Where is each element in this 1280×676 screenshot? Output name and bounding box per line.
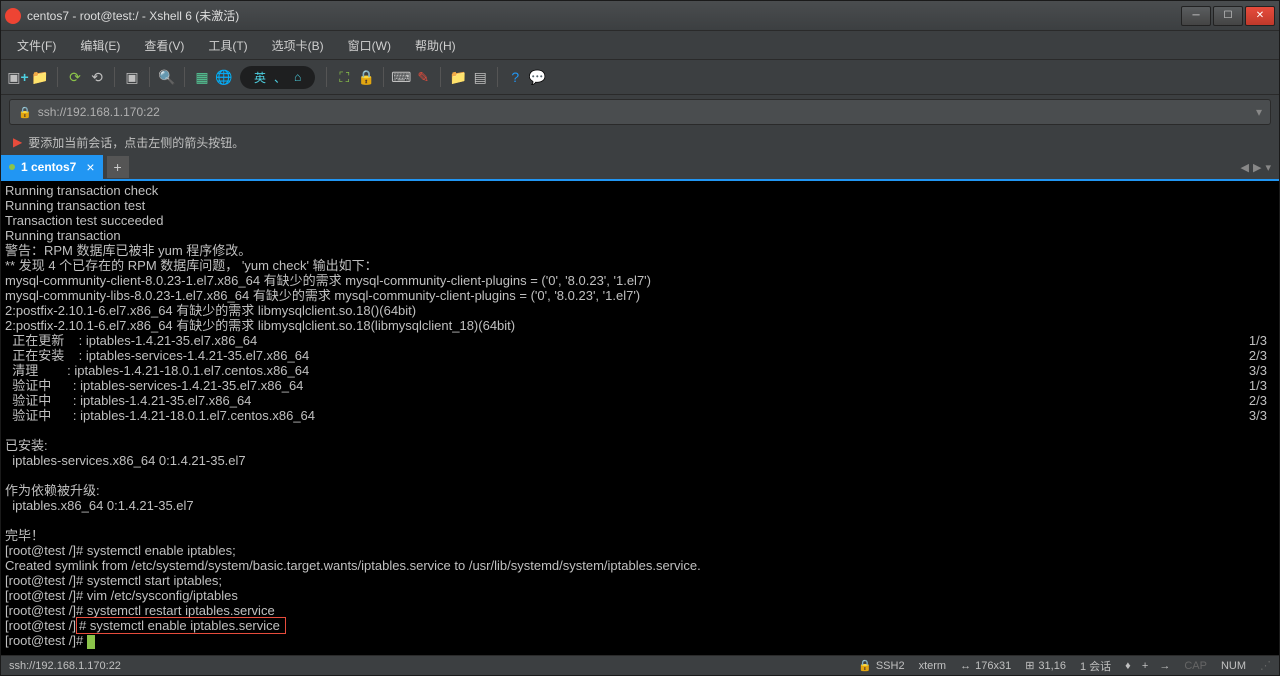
terminal[interactable]: Running transaction checkRunning transac… <box>1 181 1279 655</box>
help-icon[interactable]: ? <box>506 68 524 86</box>
status-ssh: SSH2 <box>876 660 905 672</box>
minimize-button[interactable]: ─ <box>1181 6 1211 26</box>
toolbar: ▣+ 📁 ⟳ ⟲ ▣ 🔍 ▦ 🌐 英 、 ⌂ ⛶ 🔒 ⌨ ✎ 📁 ▤ ? 💬 <box>1 59 1279 95</box>
tab-list-icon[interactable]: ▾ <box>1265 161 1271 174</box>
lock-icon: 🔒 <box>18 106 32 119</box>
menu-view[interactable]: 查看(V) <box>136 33 192 58</box>
menubar: 文件(F) 编辑(E) 查看(V) 工具(T) 选项卡(B) 窗口(W) 帮助(… <box>1 31 1279 59</box>
menu-tabs[interactable]: 选项卡(B) <box>264 33 332 58</box>
flag-icon: ▶ <box>13 135 22 149</box>
ime-house-icon: ⌂ <box>294 70 301 84</box>
status-sessions: 1 会话 <box>1080 658 1111 674</box>
titlebar: centos7 - root@test:/ - Xshell 6 (未激活) ─… <box>1 1 1279 31</box>
disconnect-icon[interactable]: ⟲ <box>88 68 106 86</box>
view-icon[interactable]: ▤ <box>471 68 489 86</box>
copy-icon[interactable]: ▣ <box>123 68 141 86</box>
new-session-icon[interactable]: ▣+ <box>9 68 27 86</box>
pos-icon: ⊞ <box>1025 659 1034 672</box>
highlight-icon[interactable]: ✎ <box>414 68 432 86</box>
cube-icon[interactable]: ▦ <box>193 68 211 86</box>
status-term: xterm <box>919 660 947 672</box>
menu-edit[interactable]: 编辑(E) <box>72 33 128 58</box>
resize-grip-icon[interactable]: ⋰ <box>1260 659 1271 672</box>
nav-left-icon[interactable]: ♦ <box>1125 660 1131 672</box>
keyboard-icon[interactable]: ⌨ <box>392 68 410 86</box>
size-icon: ↔ <box>960 660 971 672</box>
app-icon <box>5 8 21 24</box>
ime-dot: 、 <box>274 69 286 86</box>
info-bar: ▶ 要添加当前会话，点击左侧的箭头按钮。 <box>1 129 1279 155</box>
nav-up-icon[interactable]: + <box>1142 660 1148 672</box>
tab-close-icon[interactable]: × <box>86 159 94 175</box>
statusbar: ssh://192.168.1.170:22 🔒 SSH2 xterm ↔ 176x… <box>1 655 1279 675</box>
tab-prev-icon[interactable]: ◀ <box>1241 161 1249 174</box>
nav-right-icon[interactable]: → <box>1159 660 1170 672</box>
menu-file[interactable]: 文件(F) <box>9 33 64 58</box>
folder2-icon[interactable]: 📁 <box>449 68 467 86</box>
status-pos: 31,16 <box>1038 660 1066 672</box>
status-lock-icon: 🔒 <box>858 659 872 672</box>
globe-icon[interactable]: 🌐 <box>215 68 233 86</box>
tab-label: 1 centos7 <box>21 160 76 174</box>
lock-toolbar-icon[interactable]: 🔒 <box>357 68 375 86</box>
status-cap: CAP <box>1184 660 1207 672</box>
ime-lang: 英 <box>254 69 266 86</box>
window-title: centos7 - root@test:/ - Xshell 6 (未激活) <box>27 7 1181 24</box>
menu-help[interactable]: 帮助(H) <box>407 33 464 58</box>
fullscreen-icon[interactable]: ⛶ <box>335 68 353 86</box>
tab-status-dot <box>9 164 15 170</box>
maximize-button[interactable]: ☐ <box>1213 6 1243 26</box>
open-folder-icon[interactable]: 📁 <box>31 68 49 86</box>
address-bar[interactable]: 🔒 ssh://192.168.1.170:22 ▾ <box>9 99 1271 125</box>
dropdown-icon[interactable]: ▾ <box>1256 105 1262 119</box>
address-url: ssh://192.168.1.170:22 <box>38 105 160 119</box>
find-icon[interactable]: 🔍 <box>158 68 176 86</box>
close-button[interactable]: ✕ <box>1245 6 1275 26</box>
status-num: NUM <box>1221 660 1246 672</box>
tab-bar: 1 centos7 × + ◀ ▶ ▾ <box>1 155 1279 181</box>
menu-tools[interactable]: 工具(T) <box>200 33 255 58</box>
tab-next-icon[interactable]: ▶ <box>1253 161 1261 174</box>
status-size: 176x31 <box>975 660 1011 672</box>
reconnect-icon[interactable]: ⟳ <box>66 68 84 86</box>
tab-add-button[interactable]: + <box>107 156 129 178</box>
status-url: ssh://192.168.1.170:22 <box>9 660 858 672</box>
tab-centos7[interactable]: 1 centos7 × <box>1 155 103 179</box>
chat-icon[interactable]: 💬 <box>528 68 546 86</box>
menu-window[interactable]: 窗口(W) <box>340 33 399 58</box>
ime-indicator: 英 、 ⌂ <box>240 66 315 89</box>
info-message: 要添加当前会话，点击左侧的箭头按钮。 <box>28 134 244 151</box>
